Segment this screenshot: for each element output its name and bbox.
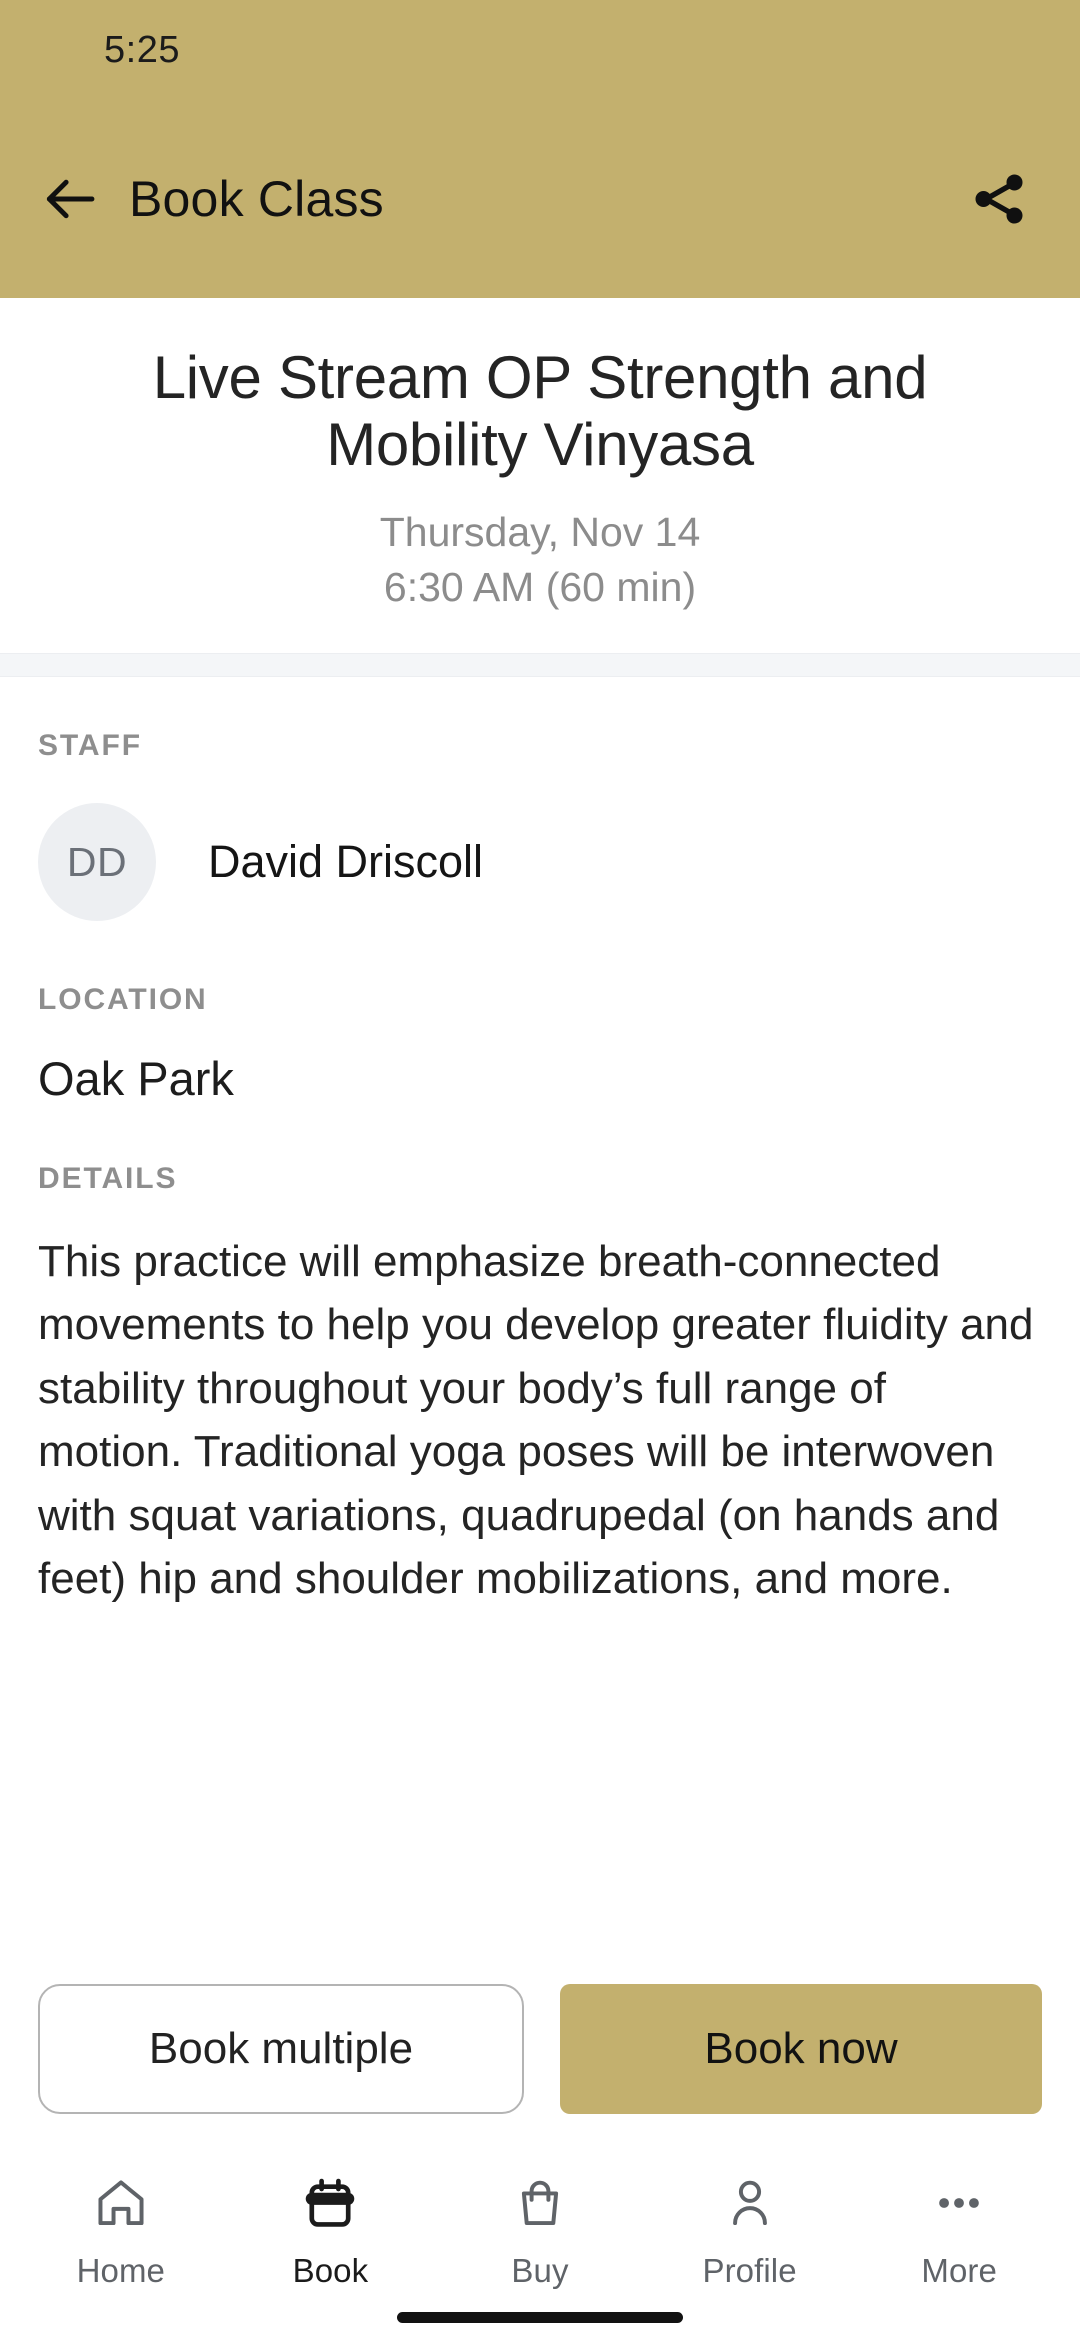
person-icon (722, 2170, 778, 2236)
tab-profile[interactable]: Profile (645, 2170, 855, 2290)
back-button[interactable] (36, 165, 104, 233)
status-bar: 5:25 (0, 0, 1080, 100)
class-details-scroll[interactable]: STAFF DD David Driscoll LOCATION Oak Par… (0, 677, 1080, 1954)
shopping-bag-icon (512, 2170, 568, 2236)
tab-label-buy: Buy (511, 2252, 569, 2289)
tab-book[interactable]: Book (226, 2170, 436, 2290)
more-horizontal-icon (931, 2170, 987, 2236)
calendar-icon (302, 2170, 358, 2236)
tab-buy[interactable]: Buy (435, 2170, 645, 2290)
tab-label-more: More (921, 2252, 997, 2289)
location-value: Oak Park (38, 1052, 234, 1106)
status-bar-clock: 5:25 (104, 28, 180, 71)
gesture-nav-bar (0, 2294, 1080, 2340)
class-summary: Live Stream OP Strength and Mobility Vin… (0, 298, 1080, 654)
app-screen: 5:25 Book Class Live Stream OP Strength (0, 0, 1080, 2340)
gesture-handle[interactable] (397, 2311, 683, 2323)
details-body: This practice will emphasize breath-conn… (38, 1237, 1034, 1603)
share-button[interactable] (962, 162, 1036, 236)
tab-more[interactable]: More (854, 2170, 1064, 2290)
tab-label-profile: Profile (702, 2252, 797, 2289)
home-icon (93, 2170, 149, 2236)
details-section-label: DETAILS (38, 1162, 178, 1196)
location-section-label: LOCATION (38, 983, 208, 1017)
avatar: DD (38, 803, 156, 922)
staff-name: David Driscoll (208, 836, 484, 888)
arrow-left-icon (46, 179, 95, 219)
book-multiple-button[interactable]: Book multiple (38, 1984, 524, 2114)
staff-section-label: STAFF (38, 729, 142, 763)
share-icon (975, 174, 1023, 224)
bottom-tab-bar: Home Book Buy Profile More (0, 2144, 1080, 2294)
app-bar-title: Book Class (129, 171, 384, 227)
book-now-button[interactable]: Book now (560, 1984, 1042, 2114)
tab-label-book: Book (292, 2252, 369, 2289)
class-time: 6:30 AM (60 min) (383, 563, 697, 610)
section-divider (0, 653, 1080, 678)
class-date: Thursday, Nov 14 (379, 509, 701, 556)
avatar-initials: DD (66, 838, 128, 885)
tab-label-home: Home (76, 2252, 166, 2289)
action-bar: Book multiple Book now (0, 1954, 1080, 2144)
tab-home[interactable]: Home (16, 2170, 226, 2290)
app-bar: Book Class (0, 100, 1080, 298)
class-title: Live Stream OP Strength and Mobility Vin… (152, 344, 928, 479)
staff-row[interactable]: DD David Driscoll (38, 803, 1042, 922)
